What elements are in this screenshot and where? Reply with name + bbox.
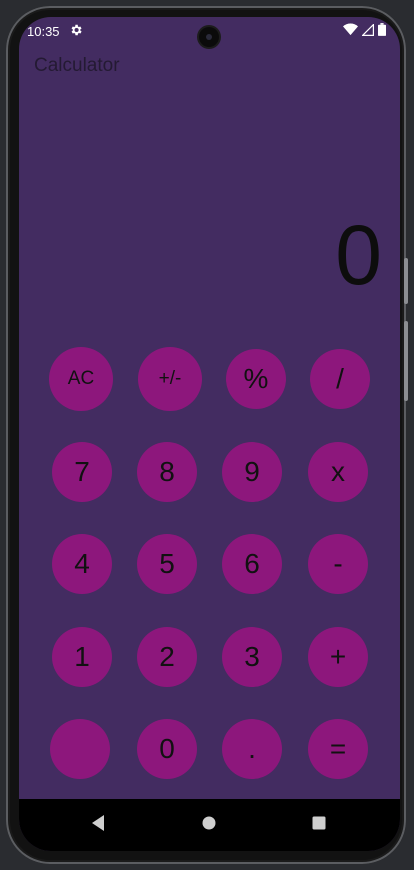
blank-button[interactable] [50, 719, 110, 779]
front-camera [199, 27, 219, 47]
result-display: 0 [335, 208, 382, 302]
one-button[interactable]: 1 [52, 627, 112, 687]
signal-icon [362, 23, 374, 36]
plus-minus-button[interactable]: +/- [138, 347, 202, 411]
three-button[interactable]: 3 [222, 627, 282, 687]
app-title: Calculator [34, 55, 120, 76]
eight-button[interactable]: 8 [137, 442, 197, 502]
decimal-button[interactable]: . [222, 719, 282, 779]
home-icon[interactable] [201, 815, 217, 831]
four-button[interactable]: 4 [52, 534, 112, 594]
six-button[interactable]: 6 [222, 534, 282, 594]
volume-button [404, 258, 408, 304]
status-time: 10:35 [27, 24, 60, 39]
seven-button[interactable]: 7 [52, 442, 112, 502]
zero-button[interactable]: 0 [137, 719, 197, 779]
minus-button[interactable]: - [308, 534, 368, 594]
nine-button[interactable]: 9 [222, 442, 282, 502]
multiply-button[interactable]: x [308, 442, 368, 502]
two-button[interactable]: 2 [137, 627, 197, 687]
status-bar: 10:35 [19, 17, 400, 47]
screen: 10:35 Calculator 0 AC +/- % / 7 8 9 x 4 … [19, 17, 400, 851]
percent-button[interactable]: % [226, 349, 286, 409]
plus-button[interactable]: + [308, 627, 368, 687]
five-button[interactable]: 5 [137, 534, 197, 594]
navigation-bar [19, 799, 400, 851]
wifi-icon [343, 23, 358, 36]
clear-button[interactable]: AC [49, 347, 113, 411]
settings-icon [71, 24, 82, 36]
battery-icon [378, 23, 386, 36]
recents-icon[interactable] [311, 815, 327, 831]
equals-button[interactable]: = [308, 719, 368, 779]
back-icon[interactable] [90, 814, 106, 832]
power-button [404, 321, 408, 401]
divide-button[interactable]: / [310, 349, 370, 409]
